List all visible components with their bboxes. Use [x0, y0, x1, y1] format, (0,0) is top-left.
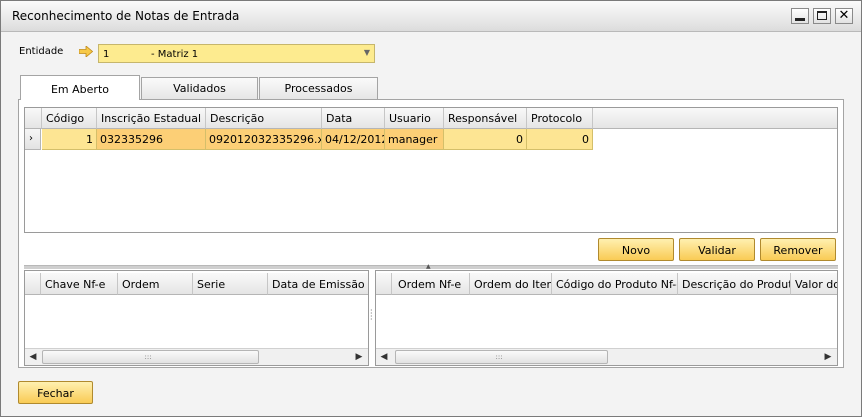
- grid-corner: [376, 273, 392, 295]
- horizontal-splitter[interactable]: ▲: [24, 263, 838, 270]
- cell-protocolo[interactable]: 0: [527, 129, 593, 150]
- fechar-button[interactable]: Fechar: [18, 381, 93, 404]
- maximize-button[interactable]: [813, 8, 831, 24]
- minimize-button[interactable]: [791, 8, 809, 24]
- nfe-keys-grid[interactable]: Chave Nf-e Ordem Serie Data de Emissão ◀…: [24, 270, 369, 366]
- chevron-down-icon[interactable]: ▼: [364, 48, 370, 57]
- remover-button[interactable]: Remover: [760, 238, 836, 261]
- column-header-serie[interactable]: Serie: [193, 273, 268, 295]
- column-header-chave[interactable]: Chave Nf-e: [41, 273, 118, 295]
- column-header-ordem-item[interactable]: Ordem do Item: [470, 273, 552, 295]
- cell-inscricao[interactable]: 032335296: [97, 129, 206, 150]
- horizontal-scrollbar[interactable]: ◀ ::: ▶: [376, 348, 837, 365]
- cell-responsavel[interactable]: 0: [444, 129, 527, 150]
- title-bar[interactable]: Reconhecimento de Notas de Entrada ✕: [1, 1, 861, 32]
- validar-button[interactable]: Validar: [679, 238, 755, 261]
- maximize-icon: [817, 11, 827, 20]
- minimize-icon: [795, 18, 805, 21]
- scroll-right-icon[interactable]: ▶: [351, 349, 367, 365]
- scroll-right-icon[interactable]: ▶: [820, 349, 836, 365]
- grip-icon: :::: [144, 353, 152, 361]
- cell-descricao[interactable]: 092012032335296.xml: [206, 129, 322, 150]
- cell-codigo[interactable]: 1: [42, 129, 97, 150]
- column-header-usuario[interactable]: Usuario: [385, 108, 444, 129]
- column-header-ordem-nfe[interactable]: Ordem Nf-e: [392, 273, 470, 295]
- scroll-left-icon[interactable]: ◀: [25, 349, 41, 365]
- column-header-ordem[interactable]: Ordem: [118, 273, 193, 295]
- row-selector[interactable]: ›: [25, 129, 41, 150]
- novo-button[interactable]: Novo: [598, 238, 674, 261]
- grip-icon: :::: [495, 353, 503, 361]
- close-window-button[interactable]: ✕: [835, 8, 853, 24]
- link-arrow-icon[interactable]: [79, 46, 93, 57]
- tab-em-aberto[interactable]: Em Aberto: [20, 75, 140, 100]
- tab-validados[interactable]: Validados: [141, 77, 258, 99]
- horizontal-scrollbar[interactable]: ◀ ::: ▶: [25, 348, 368, 365]
- window-title: Reconhecimento de Notas de Entrada: [12, 9, 240, 23]
- entity-select[interactable]: 1 - Matriz 1 ▼: [98, 44, 375, 63]
- entity-code: 1: [103, 49, 110, 60]
- entity-label: Entidade: [19, 46, 64, 57]
- close-icon: ✕: [838, 8, 850, 23]
- grid-corner: [25, 108, 42, 129]
- column-header-filler: [593, 108, 837, 129]
- column-header-codigo[interactable]: Código: [42, 108, 97, 129]
- column-header-valor[interactable]: Valor do: [791, 273, 837, 295]
- column-header-data[interactable]: Data: [322, 108, 385, 129]
- scroll-thumb[interactable]: :::: [395, 350, 608, 364]
- cell-usuario[interactable]: manager: [385, 129, 444, 150]
- column-header-data-emissao[interactable]: Data de Emissão: [268, 273, 368, 295]
- scroll-left-icon[interactable]: ◀: [376, 349, 392, 365]
- column-header-protocolo[interactable]: Protocolo: [527, 108, 593, 129]
- window: Reconhecimento de Notas de Entrada ✕ Ent…: [0, 0, 862, 417]
- nfe-items-grid[interactable]: Ordem Nf-e Ordem do Item Código do Produ…: [375, 270, 838, 366]
- column-header-descricao[interactable]: Descrição: [206, 108, 322, 129]
- scroll-thumb[interactable]: :::: [42, 350, 259, 364]
- column-header-inscricao[interactable]: Inscrição Estadual: [97, 108, 206, 129]
- column-header-responsavel[interactable]: Responsável: [444, 108, 527, 129]
- column-header-descricao-produto[interactable]: Descrição do Produto: [678, 273, 791, 295]
- tab-processados[interactable]: Processados: [259, 77, 378, 99]
- entity-name: - Matriz 1: [151, 49, 199, 60]
- grid-corner: [25, 273, 41, 295]
- cell-data[interactable]: 04/12/2012: [322, 129, 385, 150]
- column-header-codigo-produto[interactable]: Código do Produto Nf-e: [552, 273, 678, 295]
- vertical-splitter-grip-icon[interactable]: · · · ·: [370, 307, 374, 324]
- splitter-grip-icon: ▲: [426, 263, 431, 270]
- notes-grid[interactable]: Código Inscrição Estadual Descrição Data…: [24, 107, 838, 233]
